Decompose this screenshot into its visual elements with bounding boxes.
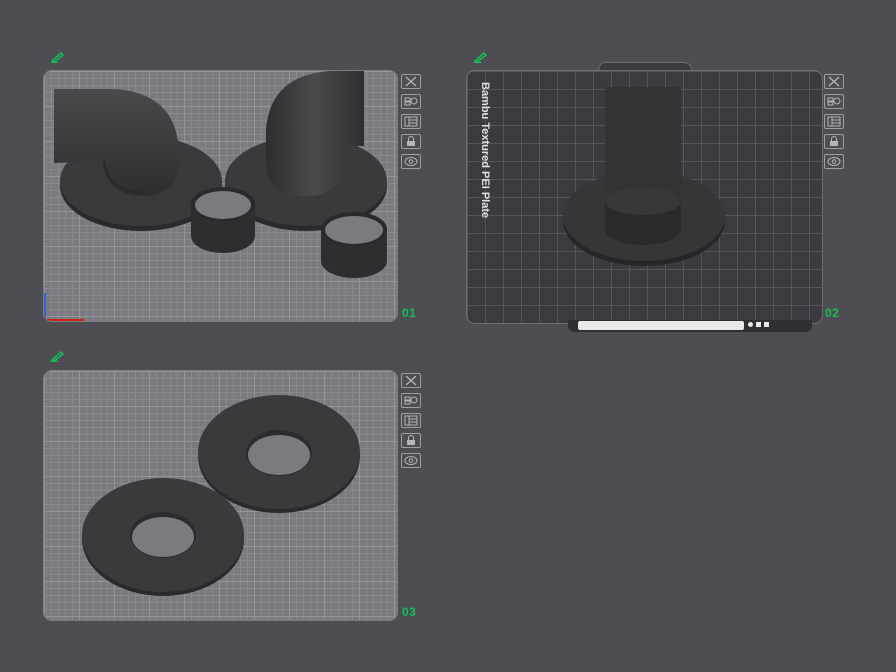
eye-icon[interactable] [824, 154, 844, 169]
plate-thumbnail[interactable] [43, 70, 398, 322]
plate-toolbar [401, 74, 423, 174]
plate-info-icons [748, 322, 770, 329]
part-ring-left[interactable] [191, 187, 255, 253]
plate-thumbnail[interactable] [466, 70, 823, 324]
lock-icon[interactable] [401, 433, 421, 448]
plate-info-bar [578, 321, 744, 330]
part-ring-right[interactable] [321, 212, 387, 278]
auto-arrange-icon[interactable] [401, 94, 421, 109]
part-elbow-vertical[interactable] [563, 87, 725, 266]
plate-thumbnail[interactable] [43, 370, 398, 621]
plate-number: 02 [825, 306, 840, 320]
plate-toolbar [824, 74, 846, 174]
edit-plate-name-icon[interactable] [473, 50, 489, 64]
lock-icon[interactable] [401, 134, 421, 149]
close-icon[interactable] [824, 74, 844, 89]
part-washer-bottom[interactable] [82, 478, 244, 596]
close-icon[interactable] [401, 74, 421, 89]
edit-plate-name-icon[interactable] [50, 50, 66, 64]
plate-settings-icon[interactable] [401, 413, 421, 428]
plate-settings-icon[interactable] [401, 114, 421, 129]
plate-number: 01 [402, 306, 417, 320]
plate-toolbar [401, 373, 423, 473]
auto-arrange-icon[interactable] [824, 94, 844, 109]
part-washer-top[interactable] [198, 395, 360, 513]
eye-icon[interactable] [401, 453, 421, 468]
plate-settings-icon[interactable] [824, 114, 844, 129]
close-icon[interactable] [401, 373, 421, 388]
eye-icon[interactable] [401, 154, 421, 169]
bed-label: Bambu Textured PEI Plate [479, 82, 491, 219]
axis-gizmo-icon [44, 293, 84, 321]
plate-number: 03 [402, 605, 417, 619]
edit-plate-name-icon[interactable] [50, 349, 66, 363]
lock-icon[interactable] [824, 134, 844, 149]
auto-arrange-icon[interactable] [401, 393, 421, 408]
